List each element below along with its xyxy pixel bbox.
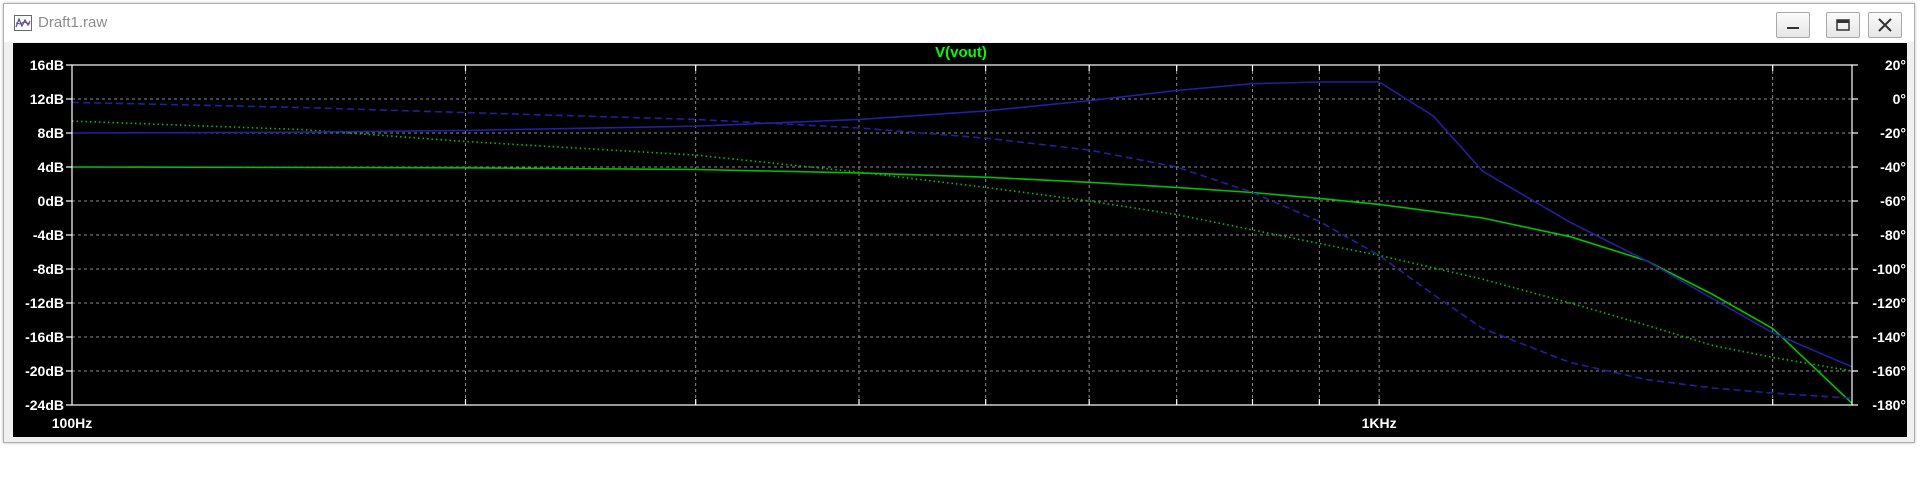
right-tick-label: 0° — [1893, 91, 1906, 107]
left-tick-label: 16dB — [30, 57, 64, 73]
right-tick-label: -60° — [1880, 193, 1906, 209]
left-tick-label: -16dB — [25, 329, 64, 345]
trace-title[interactable]: V(vout) — [935, 44, 987, 61]
waveform-app-icon — [14, 15, 32, 31]
left-tick-label: 0dB — [38, 193, 64, 209]
left-tick-label: -20dB — [25, 363, 64, 379]
restore-button[interactable] — [1826, 12, 1860, 38]
left-tick-label: -24dB — [25, 397, 64, 413]
x-tick-label: 100Hz — [52, 415, 92, 431]
waveform-window: Draft1.raw V(vout) 16dB 12dB 8dB 4dB 0dB - — [3, 3, 1915, 443]
minimize-button[interactable] — [1776, 12, 1810, 38]
right-tick-label: -20° — [1880, 125, 1906, 141]
restore-icon — [1836, 19, 1850, 31]
window-title: Draft1.raw — [38, 14, 108, 31]
left-tick-label: 4dB — [38, 159, 64, 175]
right-tick-label: -100° — [1872, 261, 1906, 277]
right-tick-label: -140° — [1872, 329, 1906, 345]
left-tick-label: 8dB — [38, 125, 64, 141]
trace-line-1 — [71, 120, 1853, 372]
title-bar[interactable]: Draft1.raw — [4, 4, 1914, 42]
right-tick-label: -160° — [1872, 363, 1906, 379]
minimize-icon — [1787, 27, 1799, 29]
left-tick-label: -8dB — [33, 261, 64, 277]
right-tick-label: -40° — [1880, 159, 1906, 175]
x-tick-label: 1KHz — [1362, 415, 1397, 431]
plot-pane[interactable]: V(vout) 16dB 12dB 8dB 4dB 0dB -4dB -8dB -12dB -1… — [13, 43, 1907, 437]
trace-line-2 — [71, 81, 1853, 368]
trace-line-0 — [71, 166, 1853, 404]
left-tick-label: 12dB — [30, 91, 64, 107]
grid — [72, 65, 1852, 405]
right-tick-label: -180° — [1872, 397, 1906, 413]
close-button[interactable] — [1868, 12, 1902, 38]
left-tick-label: -12dB — [25, 295, 64, 311]
close-icon — [1878, 18, 1892, 32]
right-tick-label: 20° — [1885, 57, 1906, 73]
trace-line-3 — [71, 101, 1853, 399]
left-tick-label: -4dB — [33, 227, 64, 243]
traces — [71, 81, 1853, 404]
right-tick-label: -120° — [1872, 295, 1906, 311]
bode-plot[interactable]: V(vout) 16dB 12dB 8dB 4dB 0dB -4dB -8dB -12dB -1… — [13, 43, 1907, 437]
axis-labels: 16dB 12dB 8dB 4dB 0dB -4dB -8dB -12dB -16dB -20dB… — [25, 57, 1906, 431]
right-tick-label: -80° — [1880, 227, 1906, 243]
